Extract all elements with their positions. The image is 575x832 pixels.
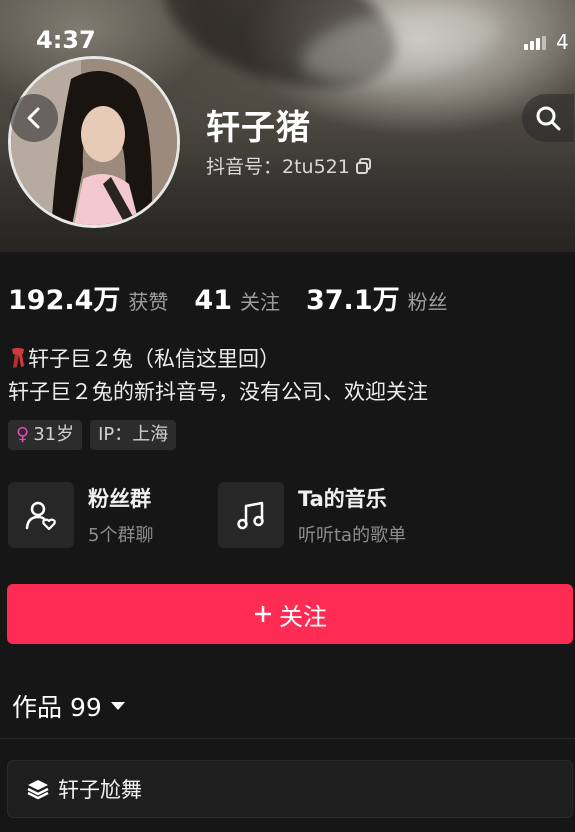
- layers-icon: [27, 780, 49, 800]
- tab-works[interactable]: 作品 99: [12, 688, 126, 724]
- age-tag-text: 31岁: [33, 424, 75, 445]
- bio-line-1-text: 轩子巨２兔（私信这里回）: [28, 347, 280, 371]
- profile-stats: 192.4万 获赞 41 关注 37.1万 粉丝: [8, 278, 474, 317]
- collection-item[interactable]: 轩子尬舞: [7, 760, 573, 818]
- stat-following[interactable]: 41 关注: [194, 285, 280, 316]
- search-button[interactable]: [522, 94, 574, 142]
- female-icon: ♀: [16, 424, 30, 445]
- feature-cards: 粉丝群 5个群聊 Ta的音乐 听听ta的歌单: [8, 482, 568, 552]
- stat-followers-label: 粉丝: [407, 290, 448, 314]
- music-subtitle: 听听ta的歌单: [298, 525, 407, 546]
- collection-label: 轩子尬舞: [58, 778, 142, 802]
- stat-followers[interactable]: 37.1万 粉丝: [306, 278, 448, 317]
- stat-likes-label: 获赞: [128, 290, 169, 314]
- bio-line-1: 轩子巨２兔（私信这里回）: [8, 343, 428, 376]
- follow-button-label: 关注: [279, 602, 327, 631]
- bio-line-2: 轩子巨２兔的新抖音号，没有公司、欢迎关注: [8, 380, 428, 404]
- signal-icon: [524, 36, 546, 50]
- status-bar-time: 4:37: [36, 26, 96, 54]
- battery-level: 4: [556, 30, 569, 54]
- search-icon: [536, 106, 561, 131]
- music-card[interactable]: Ta的音乐 听听ta的歌单: [218, 482, 406, 548]
- follow-button[interactable]: 关注: [7, 584, 573, 644]
- plus-icon: [255, 606, 271, 622]
- profile-bio: 轩子巨２兔（私信这里回） 轩子巨２兔的新抖音号，没有公司、欢迎关注: [8, 343, 428, 409]
- chevron-left-icon: [27, 107, 40, 129]
- profile-nickname: 轩子猪: [206, 108, 311, 148]
- stat-likes: 192.4万 获赞: [8, 278, 168, 317]
- fan-group-icon: [8, 482, 74, 548]
- fan-group-card[interactable]: 粉丝群 5个群聊: [8, 482, 153, 548]
- music-note-icon: [218, 482, 284, 548]
- fan-group-subtitle: 5个群聊: [88, 525, 154, 546]
- avatar[interactable]: [8, 56, 180, 228]
- stat-following-label: 关注: [239, 290, 280, 314]
- ip-location-tag: IP：上海: [90, 420, 177, 450]
- fan-group-title: 粉丝群: [88, 487, 151, 511]
- age-tag: ♀ 31岁: [8, 420, 83, 450]
- stat-likes-value: 192.4万: [8, 285, 121, 316]
- section-divider: [0, 738, 575, 739]
- account-id: 抖音号：2tu521: [206, 156, 350, 178]
- stat-followers-value: 37.1万: [305, 285, 400, 316]
- back-button[interactable]: [10, 94, 58, 142]
- fan-group-text: 粉丝群 5个群聊: [88, 483, 153, 547]
- music-text: Ta的音乐 听听ta的歌单: [298, 483, 406, 547]
- account-id-row: 抖音号：2tu521: [206, 152, 372, 179]
- scarf-icon: [12, 348, 24, 368]
- music-title: Ta的音乐: [298, 487, 387, 511]
- profile-tags: ♀ 31岁 IP：上海: [8, 420, 177, 450]
- tab-works-label: 作品 99: [12, 693, 102, 722]
- stat-following-value: 41: [194, 285, 232, 316]
- copy-icon[interactable]: [355, 157, 372, 174]
- caret-down-icon: [110, 702, 125, 710]
